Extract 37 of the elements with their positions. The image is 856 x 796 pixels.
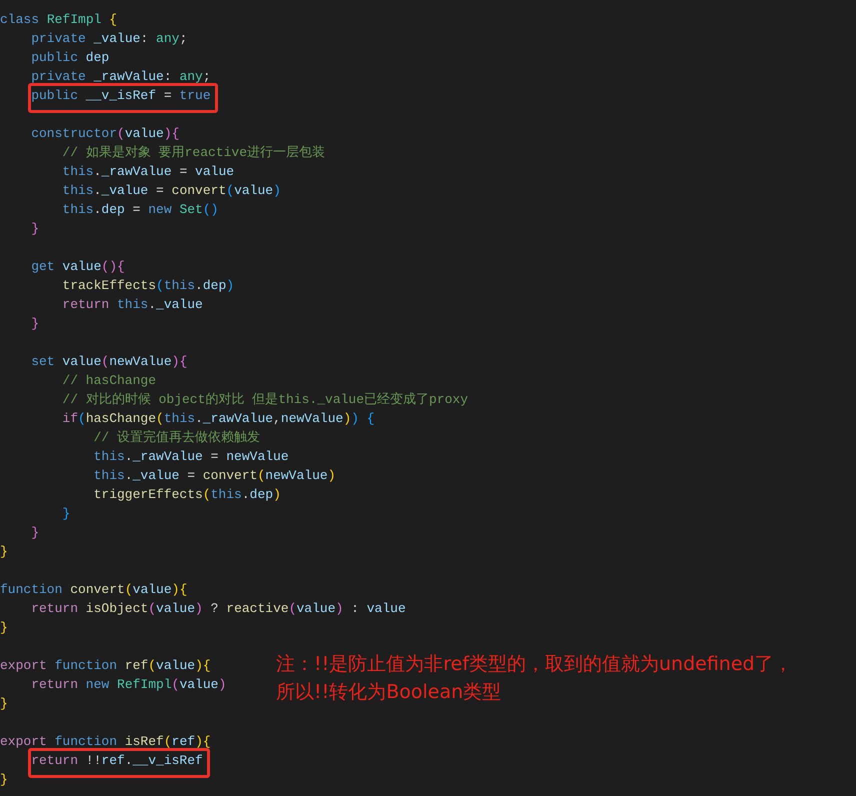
- code-line: // hasChange: [62, 372, 156, 390]
- code-line: export function ref(value){: [0, 657, 211, 675]
- code-line: }: [0, 543, 8, 561]
- code-line: triggerEffects(this.dep): [94, 486, 281, 504]
- code-line: public __v_isRef = true: [31, 87, 211, 105]
- code-line: get value(){: [31, 258, 125, 276]
- code-line: }: [62, 505, 70, 523]
- code-line: private _value: any;: [31, 30, 188, 48]
- code-line: return new RefImpl(value): [31, 676, 226, 694]
- code-line: this._value = convert(newValue): [94, 467, 336, 485]
- code-line: }: [0, 695, 8, 713]
- annotation-note: 注：!!是防止值为非ref类型的，取到的值就为undefined了，: [276, 652, 793, 677]
- code-line: }: [31, 315, 39, 333]
- code-line: trackEffects(this.dep): [62, 277, 234, 295]
- code-line: }: [0, 771, 8, 789]
- code-line: // 对比的时候 object的对比 但是this._value已经变成了proxy: [62, 391, 468, 409]
- code-line: // 如果是对象 要用reactive进行一层包装: [62, 144, 326, 162]
- code-line: this._rawValue = newValue: [94, 448, 289, 466]
- code-line: class RefImpl {: [0, 11, 118, 29]
- code-line: return isObject(value) ? reactive(value) : value: [31, 600, 406, 618]
- code-line: set value(newValue){: [31, 353, 188, 371]
- code-line: }: [31, 524, 39, 542]
- code-line: if(hasChange(this._rawValue,newValue)) {: [62, 410, 375, 428]
- code-line: this.dep = new Set(): [62, 201, 218, 219]
- code-line: this._rawValue = value: [62, 163, 234, 181]
- code-line: public dep: [31, 49, 110, 67]
- code-line: return !!ref.__v_isRef: [31, 752, 203, 770]
- code-line: }: [0, 619, 8, 637]
- code-line: }: [31, 220, 39, 238]
- code-line: // 设置完值再去做依赖触发: [94, 429, 260, 447]
- code-line: private _rawValue: any;: [31, 68, 211, 86]
- code-line: export function isRef(ref){: [0, 733, 211, 751]
- code-line: constructor(value){: [31, 125, 180, 143]
- annotation-note: 所以!!转化为Boolean类型: [276, 680, 502, 705]
- code-line: function convert(value){: [0, 581, 188, 599]
- code-line: return this._value: [62, 296, 203, 314]
- code-line: this._value = convert(value): [62, 182, 281, 200]
